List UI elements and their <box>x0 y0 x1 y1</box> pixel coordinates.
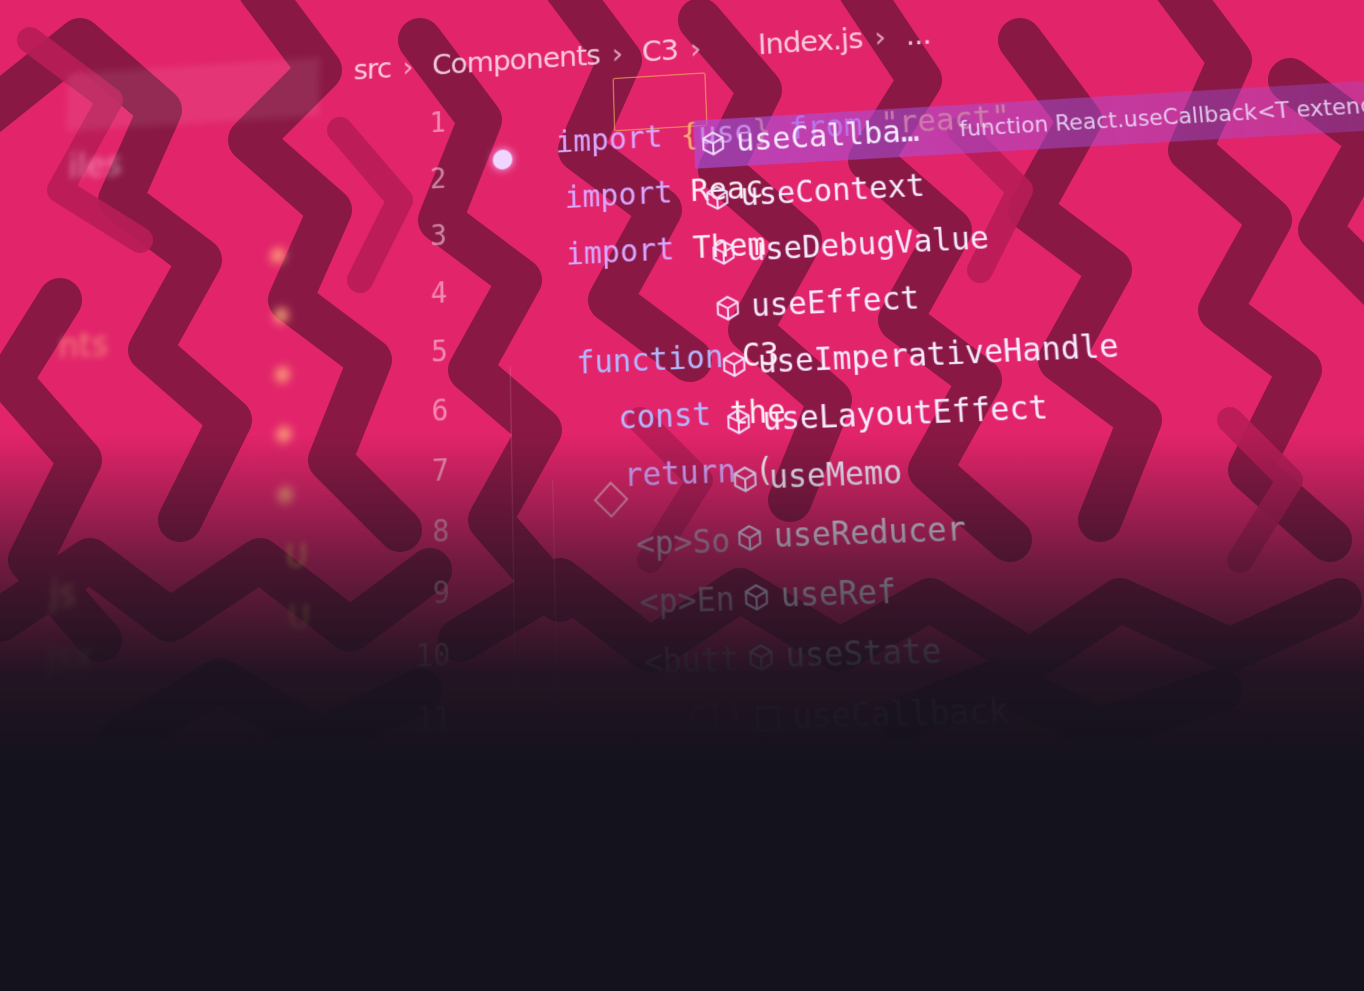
symbol-square-icon <box>753 703 782 733</box>
breadcrumb-item[interactable]: C3 <box>641 33 678 68</box>
chevron-right-icon: › <box>873 20 886 54</box>
suggestion-item[interactable]: useImperativeHandle <box>720 328 1120 383</box>
chevron-right-icon: › <box>611 37 622 71</box>
suggestion-item[interactable]: useReducer <box>735 510 967 557</box>
suggestion-item[interactable]: useContext <box>704 168 926 216</box>
autocomplete-suggestions: function React.useCallback<T extends... … <box>693 83 1364 761</box>
sidebar-label[interactable]: jsx <box>47 636 95 681</box>
suggestion-item[interactable]: useLayoutEffect <box>724 389 1049 440</box>
modified-dot-icon <box>276 426 292 443</box>
symbol-method-icon <box>714 294 742 322</box>
symbol-square-icon <box>758 762 787 793</box>
modified-dot-icon <box>277 486 293 503</box>
modified-dot-icon <box>275 366 291 383</box>
symbol-method-icon <box>700 129 727 156</box>
line-number: 11 <box>410 700 451 738</box>
symbol-method-icon <box>742 582 771 612</box>
suggestion-item[interactable]: useDebugValue <box>710 220 990 271</box>
line-number: 3 <box>408 219 447 254</box>
symbol-method-icon <box>704 183 731 211</box>
breadcrumb-item[interactable]: ... <box>904 17 931 52</box>
symbol-method-icon <box>710 238 737 266</box>
symbol-method-icon <box>725 407 753 436</box>
modified-dot-icon <box>273 307 289 324</box>
line-number: 10 <box>409 637 450 675</box>
line-number: 2 <box>407 162 446 197</box>
suggestion-item[interactable]: useContext <box>758 752 997 798</box>
breadcrumb-item[interactable]: Index.js <box>757 21 863 61</box>
symbol-method-icon <box>731 464 759 493</box>
symbol-method-icon <box>735 523 763 552</box>
untracked-badge: U <box>288 599 310 638</box>
line-number: 4 <box>408 276 448 312</box>
sidebar-label[interactable]: js <box>49 573 77 616</box>
chevron-right-icon: › <box>402 50 412 83</box>
breadcrumb-item[interactable]: src <box>354 51 392 86</box>
suggestion-item[interactable]: useState <box>746 632 942 677</box>
sidebar-label[interactable]: nts <box>58 324 109 367</box>
line-number: 1 <box>407 106 446 141</box>
line-number: 9 <box>409 575 450 612</box>
chevron-right-icon: › <box>689 32 701 66</box>
symbol-method-icon <box>720 350 748 379</box>
suggestion-item[interactable]: useEffect <box>714 280 921 326</box>
untracked-badge: U <box>285 538 307 576</box>
suggestion-item[interactable]: useMemo <box>731 454 904 499</box>
sidebar-label[interactable]: iles <box>68 145 123 187</box>
line-number: 5 <box>408 334 448 370</box>
suggestion-item[interactable]: useRef <box>742 573 898 617</box>
line-number: 7 <box>409 453 449 490</box>
modified-dot-icon <box>270 247 286 264</box>
sidebar-header-panel <box>66 58 319 131</box>
symbol-method-icon <box>747 642 776 672</box>
line-number: 6 <box>408 393 448 429</box>
breadcrumb-item[interactable]: Components <box>432 38 600 82</box>
code-editor-view: iles nts js jsx U U src › Components › C3 ›… <box>0 0 1364 991</box>
suggestion-item[interactable]: useCallback <box>753 692 1010 739</box>
line-number: 8 <box>409 513 450 550</box>
